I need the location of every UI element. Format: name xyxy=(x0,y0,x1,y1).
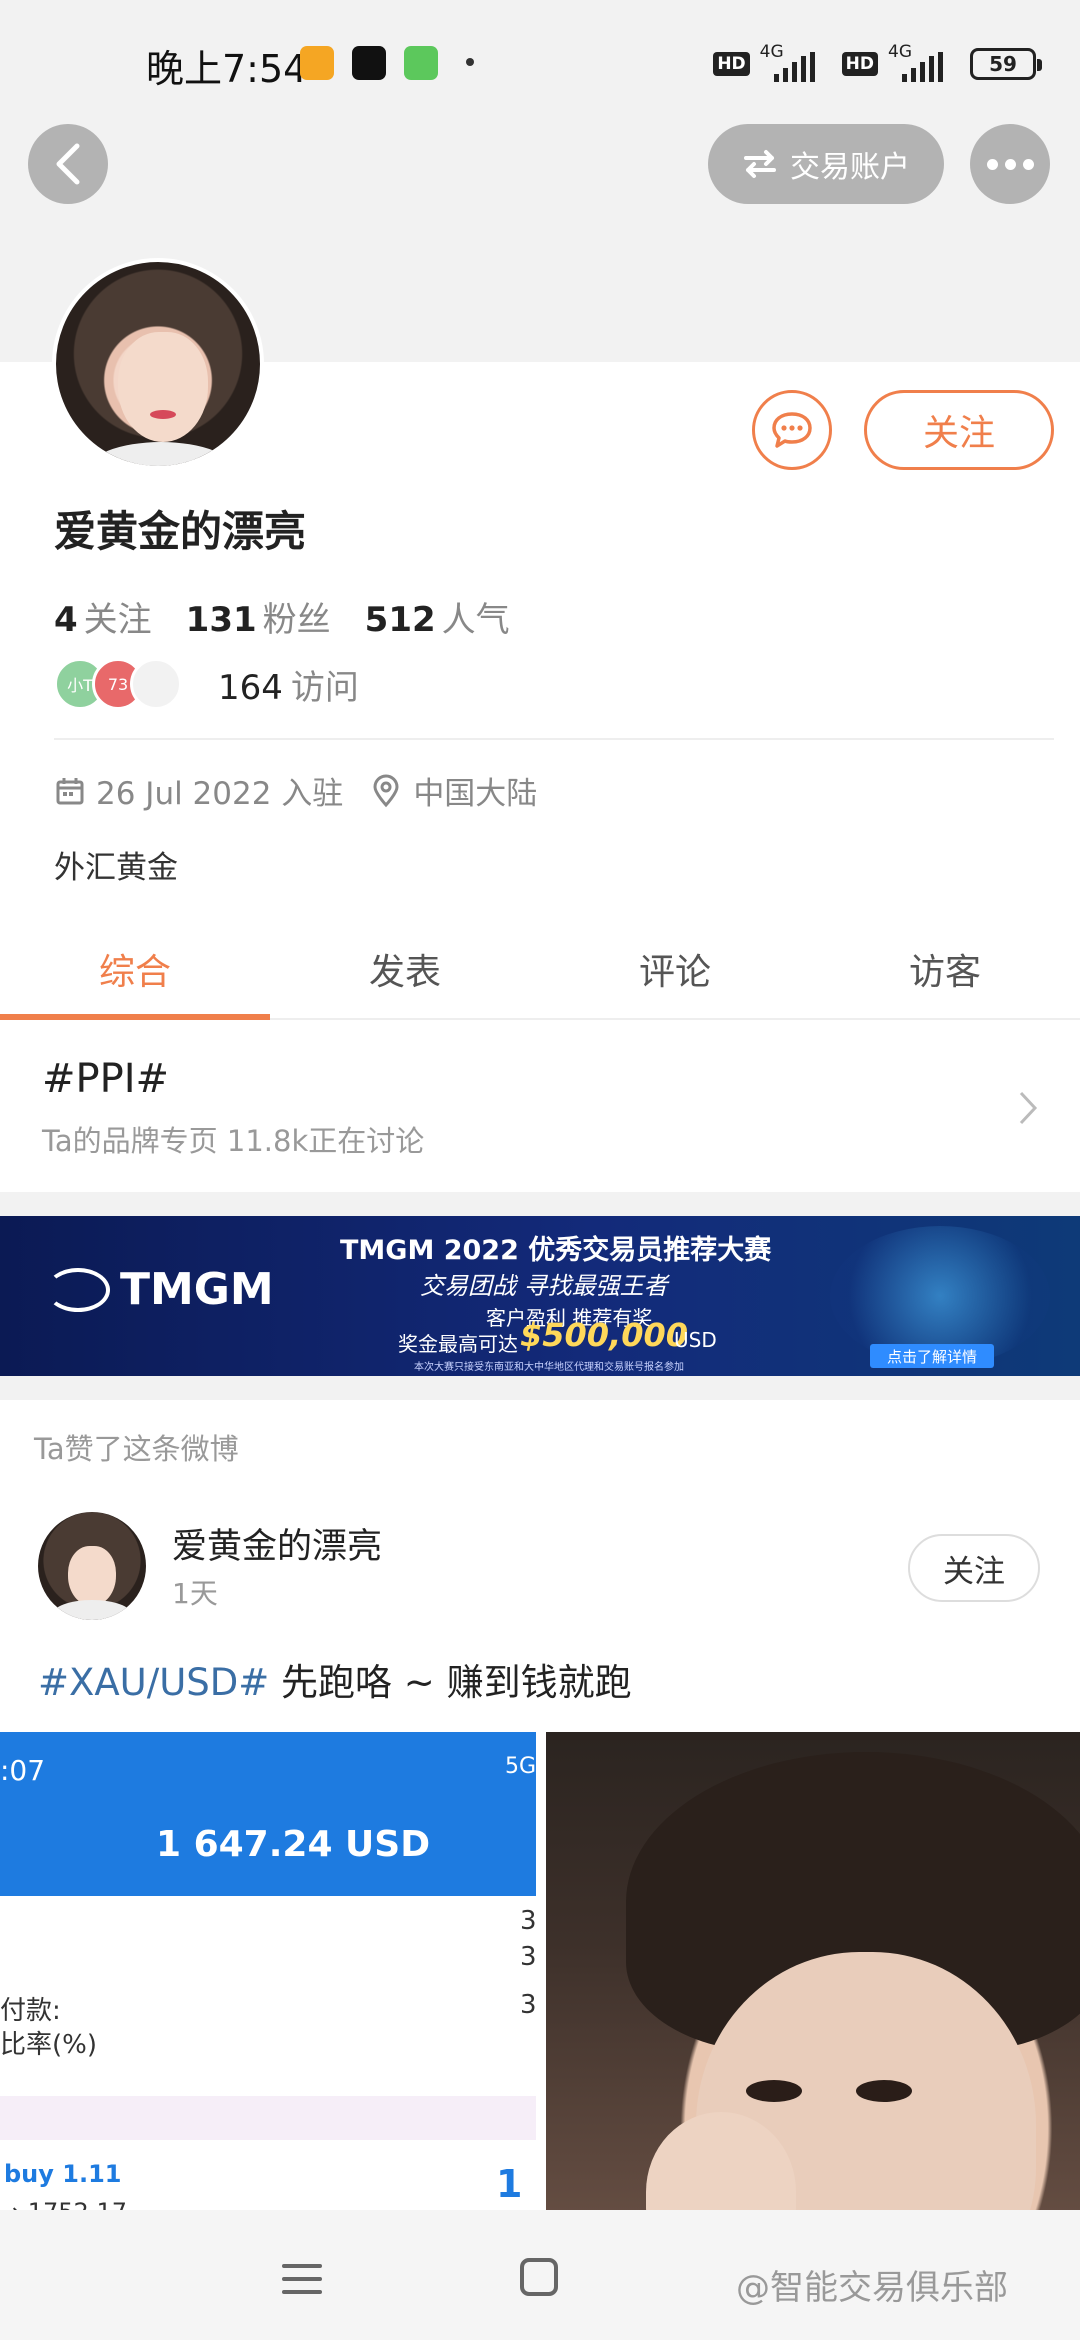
post-image-screenshot[interactable]: :07 5G 1 647.24 USD 3 3 付款: 3 比率(%) buy … xyxy=(0,1732,536,2260)
banner-fine-print: 本次大赛只接受东南亚和大中华地区代理和交易账号报名参加 xyxy=(414,1362,684,1373)
divider xyxy=(54,738,1054,740)
banner-prize-unit: USD xyxy=(674,1328,717,1352)
swap-icon xyxy=(744,150,776,178)
banner-headline: TMGM 2022 优秀交易员推荐大赛 xyxy=(340,1235,772,1266)
author-name[interactable]: 爱黄金的漂亮 xyxy=(172,1518,382,1569)
post-time: 1天 xyxy=(172,1577,218,1610)
tab-posts[interactable]: 发表 xyxy=(270,920,540,1018)
visitor-avatars[interactable]: 小T 73 xyxy=(54,658,182,710)
popularity-stat: 512 人气 xyxy=(364,600,510,640)
banner-prize-value: $500,000 xyxy=(520,1316,689,1354)
chevron-left-icon xyxy=(56,143,80,185)
notification-app-icon xyxy=(352,46,386,80)
banner-slogan: 交易团战 寻找最强王者 xyxy=(420,1272,668,1300)
tmgm-logo: TMGM xyxy=(46,1264,274,1315)
more-dot xyxy=(1022,158,1034,170)
feed-card: Ta赞了这条微博 爱黄金的漂亮 1天 关注 #XAU/USD# 先跑咯 ~ 赚到… xyxy=(0,1400,1080,2260)
profile-bio: 外汇黄金 xyxy=(54,850,178,886)
trade-account-label: 交易账户 xyxy=(790,150,910,185)
home-icon[interactable] xyxy=(520,2258,558,2296)
follow-button[interactable]: 关注 xyxy=(864,390,1054,470)
battery-icon: 59 xyxy=(970,48,1042,80)
profile-tabs: 综合 发表 评论 访客 xyxy=(0,920,1080,1020)
profile-meta: 26 Jul 2022 入驻 中国大陆 xyxy=(54,768,537,813)
topic-card[interactable]: #PPI# Ta的品牌专页 11.8k正在讨论 xyxy=(0,1022,1080,1192)
system-nav-bar: @智能交易俱乐部 xyxy=(0,2210,1080,2340)
status-right: HD 4G HD 4G 59 xyxy=(713,42,1042,84)
author-avatar[interactable] xyxy=(38,1512,146,1620)
more-dot xyxy=(986,158,998,170)
status-time: 晚上7:54 xyxy=(146,47,308,91)
ad-banner[interactable]: TMGM TMGM 2022 优秀交易员推荐大赛 交易团战 寻找最强王者 客户盈… xyxy=(0,1216,1080,1376)
notification-app-icon xyxy=(404,46,438,80)
notification-app-icon xyxy=(300,46,334,80)
signal-icon: 4G xyxy=(760,42,832,82)
banner-prize-label: 奖金最高可达 xyxy=(398,1332,518,1356)
hd-badge: HD xyxy=(713,52,750,76)
location: 中国大陆 xyxy=(413,776,538,812)
more-options-button[interactable] xyxy=(970,124,1050,204)
more-dot xyxy=(1004,158,1016,170)
hd-badge: HD xyxy=(841,52,878,76)
chevron-right-icon xyxy=(1019,1091,1038,1125)
post-hashtag[interactable]: #XAU/USD# xyxy=(38,1661,269,1704)
topic-title: #PPI# xyxy=(42,1056,170,1102)
calendar-icon xyxy=(56,777,84,804)
recent-apps-icon[interactable] xyxy=(282,2264,322,2294)
status-bar: 晚上7:54 HD 4G HD 4G 59 xyxy=(0,0,1080,120)
signal-icon: 4G xyxy=(888,42,960,82)
followers-stat[interactable]: 131 粉丝 xyxy=(186,592,331,641)
message-button[interactable] xyxy=(752,390,832,470)
watermark: @智能交易俱乐部 xyxy=(736,2268,1008,2308)
profile-stats: 4 关注 131 粉丝 512 人气 xyxy=(54,592,510,641)
post-image-photo[interactable] xyxy=(546,1732,1080,2260)
banner-cta-button[interactable]: 点击了解详情 xyxy=(870,1344,994,1368)
tab-comments[interactable]: 评论 xyxy=(540,920,810,1018)
visits-stat[interactable]: 164 访问 xyxy=(218,660,359,709)
location-pin-icon xyxy=(373,774,399,807)
author-follow-button[interactable]: 关注 xyxy=(908,1534,1040,1602)
feed-context: Ta赞了这条微博 xyxy=(34,1432,239,1466)
tab-overview[interactable]: 综合 xyxy=(0,920,270,1020)
tmgm-logo-icon xyxy=(46,1267,110,1312)
back-button[interactable] xyxy=(28,124,108,204)
post-body: 先跑咯 ~ 赚到钱就跑 xyxy=(269,1661,632,1704)
profile-avatar[interactable] xyxy=(52,258,264,470)
tab-visitors[interactable]: 访客 xyxy=(810,920,1080,1018)
chat-bubble-icon xyxy=(772,412,812,448)
post-text: #XAU/USD# 先跑咯 ~ 赚到钱就跑 xyxy=(38,1652,632,1706)
following-stat[interactable]: 4 关注 xyxy=(54,592,152,641)
trade-account-button[interactable]: 交易账户 xyxy=(708,124,944,204)
joined-date: 26 Jul 2022 入驻 xyxy=(96,776,344,812)
profile-name: 爱黄金的漂亮 xyxy=(54,507,307,556)
topic-subtitle: Ta的品牌专页 11.8k正在讨论 xyxy=(42,1124,425,1158)
visitor-avatar xyxy=(130,658,182,710)
status-dot xyxy=(466,58,474,66)
